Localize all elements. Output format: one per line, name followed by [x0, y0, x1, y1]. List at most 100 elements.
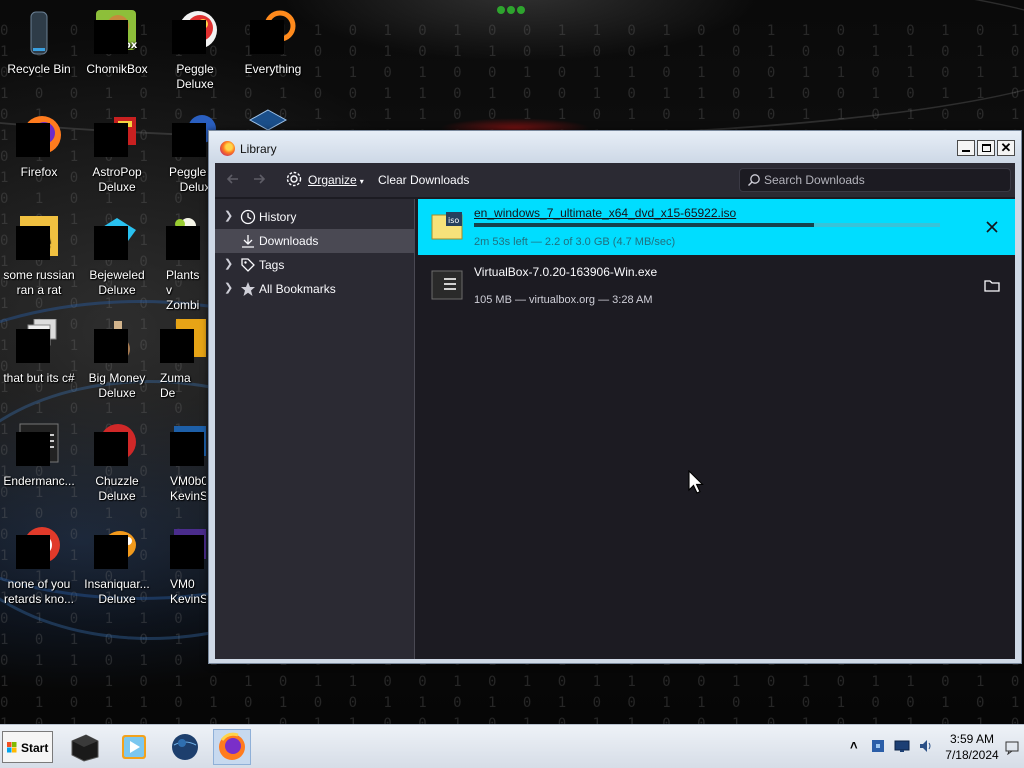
desktop-icon-recycle-bin[interactable]: Recycle Bin — [0, 10, 78, 77]
progress-fill — [474, 223, 815, 227]
title-bar[interactable]: Library ✕ — [209, 131, 1021, 163]
desktop-icon-vm0b0[interactable]: VM0b0 KevinSi — [170, 422, 206, 504]
download-item[interactable]: VirtualBox-7.0.20-163906-Win.exe 105 MB … — [418, 258, 1015, 314]
maximize-button[interactable] — [977, 140, 995, 156]
start-button[interactable]: Start — [2, 731, 53, 763]
library-sidebar: ❯ History Downloads ❯ Tags ❯ All Bookmar… — [215, 199, 415, 659]
big-money-icon — [94, 319, 140, 365]
clock-time: 3:59 AM — [949, 732, 995, 746]
download-icon — [242, 235, 254, 248]
desktop-icon-astropop[interactable]: AstroPop Deluxe — [78, 113, 156, 195]
desktop-icon-big-money[interactable]: Big Money Deluxe — [78, 319, 156, 401]
chomikbox-icon: ox — [94, 10, 140, 56]
chuzzle-icon — [94, 422, 140, 468]
desktop-icon-some-russian[interactable]: e some russian ran a rat — [0, 216, 78, 298]
chevron-right-icon[interactable]: ❯ — [224, 257, 233, 270]
clock-date: 7/18/2024 — [945, 748, 999, 762]
minimize-icon — [962, 150, 970, 152]
download-filename: VirtualBox-7.0.20-163906-Win.exe — [474, 265, 658, 279]
desktop-icon-none-of-you[interactable]: none of you retards kno... — [0, 525, 78, 607]
iso-file-icon: iso — [431, 212, 463, 240]
chevron-right-icon[interactable]: ❯ — [224, 209, 233, 222]
black-box-icon — [71, 734, 99, 762]
desktop-icon-insaniquarium[interactable]: Insaniquar... Deluxe — [78, 525, 156, 607]
chrome-like-icon — [16, 525, 62, 571]
organize-button[interactable]: Organize ▾ — [308, 173, 364, 187]
notification-icon[interactable] — [1004, 739, 1020, 755]
taskbar-app-virtualbox-manager[interactable] — [66, 729, 104, 765]
minimize-button[interactable] — [957, 140, 975, 156]
gear-icon[interactable] — [285, 170, 303, 188]
library-content: Organize▾ Clear Downloads ❯ History Down… — [215, 163, 1015, 659]
sidebar-item-label: History — [259, 210, 297, 224]
sidebar-item-tags[interactable]: ❯ Tags — [215, 253, 415, 277]
exe-file-icon — [431, 270, 463, 300]
arrow-left-icon — [226, 174, 238, 184]
zuma-icon — [160, 319, 206, 365]
network-tray-icon[interactable] — [870, 738, 886, 754]
close-icon: ✕ — [1000, 140, 1012, 155]
plants-vs-zombies-icon — [166, 216, 202, 262]
library-toolbar: Organize ▾ Clear Downloads — [215, 163, 1015, 197]
recycle-bin-icon — [16, 10, 62, 56]
back-button[interactable] — [223, 169, 243, 189]
tag-icon — [241, 258, 255, 272]
search-icon — [748, 174, 760, 186]
window-controls: ✕ — [957, 140, 1015, 156]
desktop-icon-that-but-its-c[interactable]: that but its c# — [0, 318, 78, 386]
organize-label: Organize — [308, 173, 357, 187]
monitor-tray-icon[interactable] — [894, 738, 910, 754]
show-hidden-icons-icon[interactable]: ˄ — [850, 738, 866, 754]
taskbar-app-firefox[interactable] — [213, 729, 251, 765]
desktop-icon-endermanch[interactable]: Endermanc... — [0, 422, 78, 489]
sidebar-item-history[interactable]: ❯ History — [215, 205, 415, 229]
taskbar-app-media-player[interactable] — [114, 729, 152, 765]
svg-text:iso: iso — [448, 216, 459, 225]
search-box[interactable] — [739, 168, 1011, 192]
window-title: Library — [240, 142, 277, 156]
virtualbox-icon — [248, 109, 288, 131]
bejeweled-icon — [94, 216, 140, 262]
desktop-icon-chuzzle[interactable]: Chuzzle Deluxe — [78, 422, 156, 504]
taskbar: Start ˄ 3:59 AM 7/18/2024 — [0, 724, 1024, 768]
sidebar-item-downloads[interactable]: Downloads — [215, 229, 415, 253]
clock-icon — [240, 209, 256, 225]
vm-icon — [170, 422, 206, 468]
windows-flag-icon — [7, 742, 17, 753]
chevron-right-icon[interactable]: ❯ — [224, 281, 233, 294]
download-item[interactable]: iso en_windows_7_ultimate_x64_dvd_x15-65… — [418, 199, 1015, 255]
ie-style-icon: e — [16, 216, 62, 262]
sidebar-item-label: All Bookmarks — [259, 282, 336, 296]
vm-icon-2 — [170, 525, 206, 571]
clear-downloads-button[interactable]: Clear Downloads — [378, 173, 469, 187]
library-window: Library ✕ Organize ▾ Clear Downloads Sea… — [208, 130, 1022, 664]
desktop-icon-plants-vs-zombies[interactable]: Plants v Zombi — [166, 216, 202, 313]
search-downloads-input[interactable] — [764, 172, 1004, 188]
endermanch-icon — [16, 422, 62, 468]
sidebar-item-all-bookmarks[interactable]: ❯ All Bookmarks — [215, 277, 415, 301]
close-button[interactable]: ✕ — [997, 140, 1015, 156]
forward-button[interactable] — [249, 169, 269, 189]
media-player-icon — [122, 735, 146, 759]
maximize-icon — [982, 144, 991, 152]
arrow-right-icon — [254, 174, 266, 184]
desktop-icon-zuma[interactable]: Zuma De — [160, 319, 208, 401]
cancel-icon[interactable] — [981, 216, 1003, 238]
astropop-icon — [94, 113, 140, 159]
firefox-icon — [219, 732, 245, 760]
download-filename: en_windows_7_ultimate_x64_dvd_x15-65922.… — [474, 206, 737, 220]
clock[interactable]: 3:59 AM 7/18/2024 — [928, 731, 1016, 763]
desktop-icon-vm0[interactable]: VM0 KevinSi — [170, 525, 206, 607]
folder-icon[interactable] — [981, 275, 1003, 297]
desktop-icon-peggle-deluxe[interactable]: Peggle Deluxe — [156, 10, 234, 92]
desktop-icon-chomikbox[interactable]: ox ChomikBox — [78, 10, 156, 77]
peggle-icon — [172, 10, 218, 56]
desktop-icon-everything[interactable]: Everything — [234, 10, 312, 77]
download-status: 105 MB — virtualbox.org — 3:28 AM — [474, 294, 653, 306]
desktop-icon-firefox[interactable]: Firefox — [0, 113, 78, 180]
taskbar-app-globe[interactable] — [166, 729, 204, 765]
download-progress-bar — [474, 223, 940, 227]
virtualbox-desktop-icon[interactable] — [248, 108, 288, 132]
mouse-cursor-icon — [688, 470, 704, 494]
desktop-icon-bejeweled[interactable]: Bejeweled Deluxe — [78, 216, 156, 298]
